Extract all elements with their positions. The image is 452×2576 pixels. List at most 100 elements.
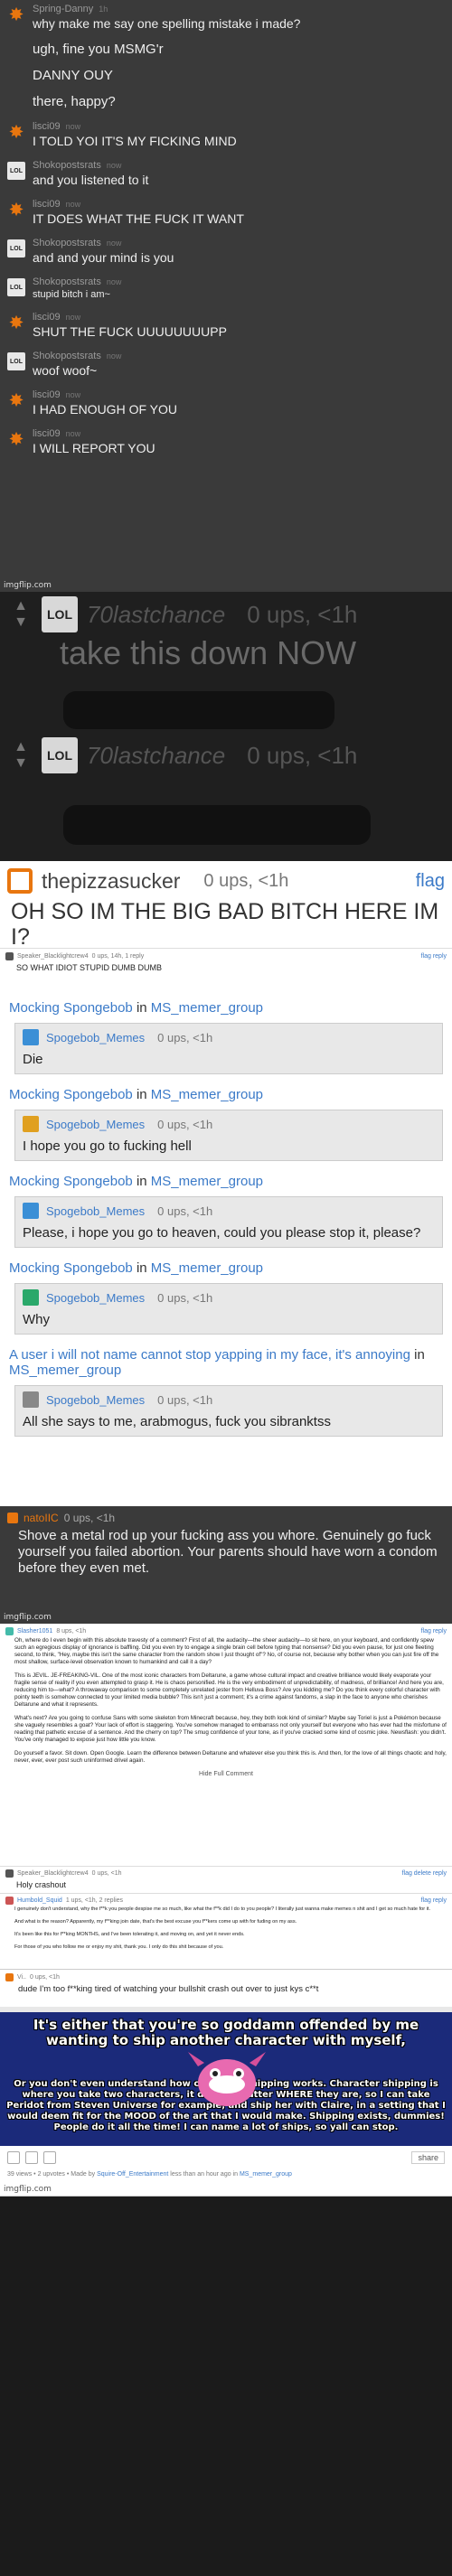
meme-title-link[interactable]: Mocking Spongebob (9, 1087, 133, 1102)
timestamp: now (65, 200, 81, 209)
comment-card: Spogebob_Memes 0 ups, <1h I hope you go to… (14, 1110, 443, 1161)
username[interactable]: 70lastchance (87, 601, 225, 629)
meme-title-link[interactable]: Mocking Spongebob (9, 1000, 133, 1016)
group-link[interactable]: MS_memer_group (151, 1260, 263, 1276)
downvote-icon[interactable]: ▼ (14, 755, 28, 772)
username[interactable]: natoIIC (24, 1512, 59, 1524)
avatar[interactable] (5, 1627, 14, 1635)
flag-link[interactable]: flag (416, 871, 445, 892)
avatar[interactable] (23, 1391, 39, 1408)
meme-caption-top: It's either that you're so goddamn offen… (33, 2017, 419, 2048)
username[interactable]: Spogebob_Memes (46, 1291, 145, 1305)
avatar[interactable]: ✸ (7, 391, 25, 409)
vote-arrows[interactable]: ▲ ▼ (0, 598, 42, 631)
mock-header: A user i will not name cannot stop yappi… (9, 1347, 443, 1378)
username[interactable]: Speaker_Blacklightcrew4 (17, 1870, 89, 1877)
comment-paragraph: For those of you who follow me or enjoy … (14, 1944, 224, 1950)
favorite-icon[interactable] (43, 2151, 56, 2164)
avatar[interactable]: ✸ (7, 201, 25, 219)
message-text: and you listened to it (33, 173, 149, 187)
username[interactable]: Spogebob_Memes (46, 1204, 145, 1218)
comment-meta: 8 ups, <1h (56, 1628, 87, 1635)
upvote-icon[interactable] (7, 2151, 20, 2164)
meme-title-link[interactable]: A user i will not name cannot stop yappi… (9, 1347, 410, 1363)
username[interactable]: Shokopostsrats (33, 351, 101, 361)
message-text: I TOLD YOI IT'S MY FICKING MIND (33, 134, 237, 148)
avatar[interactable] (5, 1973, 14, 1981)
message-text: IT DOES WHAT THE FUCK IT WANT (33, 211, 244, 226)
timestamp: now (65, 429, 81, 438)
username[interactable]: Shokopostsrats (33, 238, 101, 248)
avatar[interactable]: LOL (42, 737, 78, 773)
avatar[interactable]: LOL (7, 162, 25, 180)
flag-reply-links[interactable]: flag reply (421, 1628, 447, 1635)
avatar[interactable]: LOL (7, 239, 25, 258)
long-comment-panel: Slasher1051 8 ups, <1h flag reply Oh, wh… (0, 1624, 452, 1866)
avatar[interactable]: LOL (7, 278, 25, 296)
avatar[interactable] (23, 1203, 39, 1219)
chat-message: ✸ lisci09 now I TOLD YOI IT'S MY FICKING MI… (0, 121, 452, 149)
username[interactable]: Vi.. (17, 1974, 26, 1981)
group-link[interactable]: MS_memer_group (240, 2171, 292, 2178)
username[interactable]: lisci09 (33, 121, 61, 132)
username[interactable]: lisci09 (33, 428, 61, 439)
mock-header: Mocking Spongebob in MS_memer_group (9, 1260, 443, 1276)
pizza-avatar-icon[interactable] (7, 868, 33, 894)
share-button[interactable]: share (411, 2151, 445, 2164)
avatar[interactable] (5, 1869, 14, 1878)
in-label: in (414, 1347, 425, 1363)
meme-title-link[interactable]: Mocking Spongebob (9, 1260, 133, 1276)
avatar[interactable]: ✸ (7, 430, 25, 448)
username[interactable]: lisci09 (33, 199, 61, 210)
downvote-icon[interactable] (25, 2151, 38, 2164)
chat-message: LOL Shokopostsrats now woof woof~ (0, 351, 452, 379)
upvote-icon[interactable]: ▲ (14, 598, 28, 614)
chat-panel: ✸ Spring-Danny 1h why make me say one spell… (0, 0, 452, 592)
username[interactable]: lisci09 (33, 389, 61, 400)
avatar[interactable] (5, 952, 14, 960)
username[interactable]: Slasher1051 (17, 1628, 52, 1635)
username[interactable]: lisci09 (33, 312, 61, 323)
watermark: imgflip.com (4, 581, 52, 590)
in-label: in (136, 1000, 147, 1016)
username[interactable]: Shokopostsrats (33, 276, 101, 287)
username[interactable]: thepizzasucker (42, 869, 180, 894)
avatar[interactable] (7, 1513, 18, 1523)
username[interactable]: Spring-Danny (33, 4, 93, 14)
group-link[interactable]: MS_memer_group (151, 1000, 263, 1016)
flag-reply-links[interactable]: flag reply (421, 953, 447, 960)
group-link[interactable]: MS_memer_group (151, 1174, 263, 1189)
comment-meta: 0 ups, <1h (30, 1974, 60, 1981)
avatar[interactable]: ✸ (7, 314, 25, 332)
upvote-icon[interactable]: ▲ (14, 739, 28, 755)
author-link[interactable]: Squire-Off_Entertainment (97, 2171, 168, 2178)
avatar[interactable] (23, 1029, 39, 1045)
flag-reply-links[interactable]: flag reply (421, 1897, 447, 1904)
username[interactable]: Spogebob_Memes (46, 1031, 145, 1044)
username[interactable]: Shokopostsrats (33, 160, 101, 171)
hide-full-comment-button[interactable]: Hide Full Comment (5, 1771, 447, 1777)
flag-delete-reply-links[interactable]: flag delete reply (402, 1870, 447, 1877)
meme-title-link[interactable]: Mocking Spongebob (9, 1174, 133, 1189)
chat-message: ✸ lisci09 now SHUT THE FUCK UUUUUUUUPP (0, 312, 452, 340)
redaction-scribble (63, 805, 371, 845)
avatar[interactable] (5, 1897, 14, 1905)
avatar[interactable]: ✸ (7, 123, 25, 141)
username[interactable]: Humbold_Squid (17, 1897, 62, 1904)
message-text: why make me say one spelling mistake i m… (33, 16, 301, 31)
comment-text: dude I'm too f**king tired of watching y… (18, 1984, 319, 1994)
group-link[interactable]: MS_memer_group (9, 1363, 121, 1378)
downvote-icon[interactable]: ▼ (14, 614, 28, 631)
username[interactable]: Speaker_Blacklightcrew4 (17, 953, 89, 960)
comment-card: Spogebob_Memes 0 ups, <1h All she says to … (14, 1385, 443, 1437)
avatar[interactable] (23, 1116, 39, 1132)
username[interactable]: 70lastchance (87, 742, 225, 770)
username[interactable]: Spogebob_Memes (46, 1393, 145, 1407)
vote-arrows[interactable]: ▲ ▼ (0, 739, 42, 772)
avatar[interactable]: ✸ (7, 5, 25, 23)
avatar[interactable]: LOL (42, 596, 78, 632)
avatar[interactable] (23, 1289, 39, 1306)
avatar[interactable]: LOL (7, 352, 25, 370)
group-link[interactable]: MS_memer_group (151, 1087, 263, 1102)
username[interactable]: Spogebob_Memes (46, 1118, 145, 1131)
